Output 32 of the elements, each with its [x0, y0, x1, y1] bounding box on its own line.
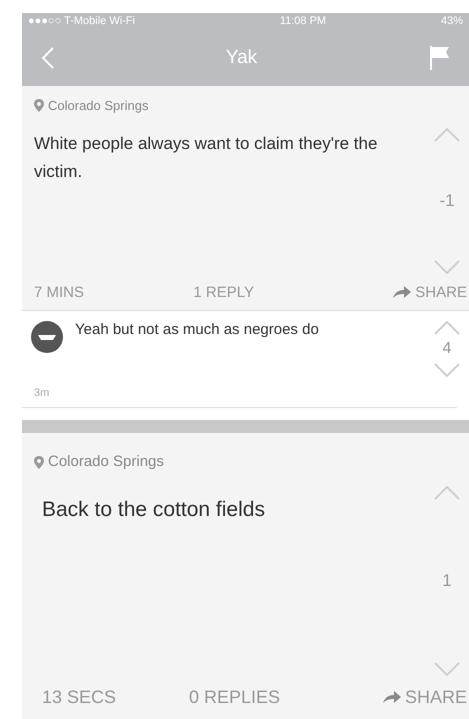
vote-score: -1 — [439, 190, 455, 212]
nav-title: Yak — [226, 46, 258, 70]
battery-label: 43% — [440, 14, 463, 30]
share-arrow-icon — [382, 691, 401, 704]
upvote-icon[interactable] — [434, 486, 460, 500]
share-arrow-icon — [393, 286, 412, 300]
avatar-icon — [31, 321, 63, 353]
comment-text: Yeah but not as much as negroes do — [75, 320, 320, 340]
carrier-label: ●●●○○ T-Mobile Wi-Fi — [28, 14, 135, 30]
location-pin-icon — [34, 99, 44, 112]
upvote-icon[interactable] — [434, 128, 460, 142]
downvote-icon[interactable] — [434, 662, 460, 676]
vote-score: 1 — [442, 570, 452, 592]
replies-count[interactable]: 0 REPLIES — [188, 684, 310, 711]
post-text: Back to the cotton fields — [41, 496, 266, 522]
replies-count[interactable]: 1 REPLY — [193, 282, 284, 304]
share-button[interactable]: SHARE — [393, 282, 467, 304]
location-label: Colorado Springs — [48, 452, 164, 472]
location-pin-icon — [34, 456, 44, 469]
flag-icon[interactable] — [429, 46, 449, 70]
post-time: 7 MINS — [34, 282, 84, 302]
back-icon[interactable] — [42, 47, 54, 69]
downvote-icon[interactable] — [434, 363, 460, 377]
location-label: Colorado Springs — [48, 97, 148, 115]
clock: 11:08 PM — [278, 14, 326, 30]
vote-score: 4 — [442, 339, 452, 359]
share-button[interactable]: SHARE — [382, 684, 467, 711]
post-time: 13 SECS — [42, 686, 116, 709]
upvote-icon[interactable] — [434, 321, 460, 335]
downvote-icon[interactable] — [434, 260, 460, 274]
comment-time: 3m — [22, 384, 457, 408]
post-text: White people always want to claim they're the victim. — [33, 132, 378, 182]
